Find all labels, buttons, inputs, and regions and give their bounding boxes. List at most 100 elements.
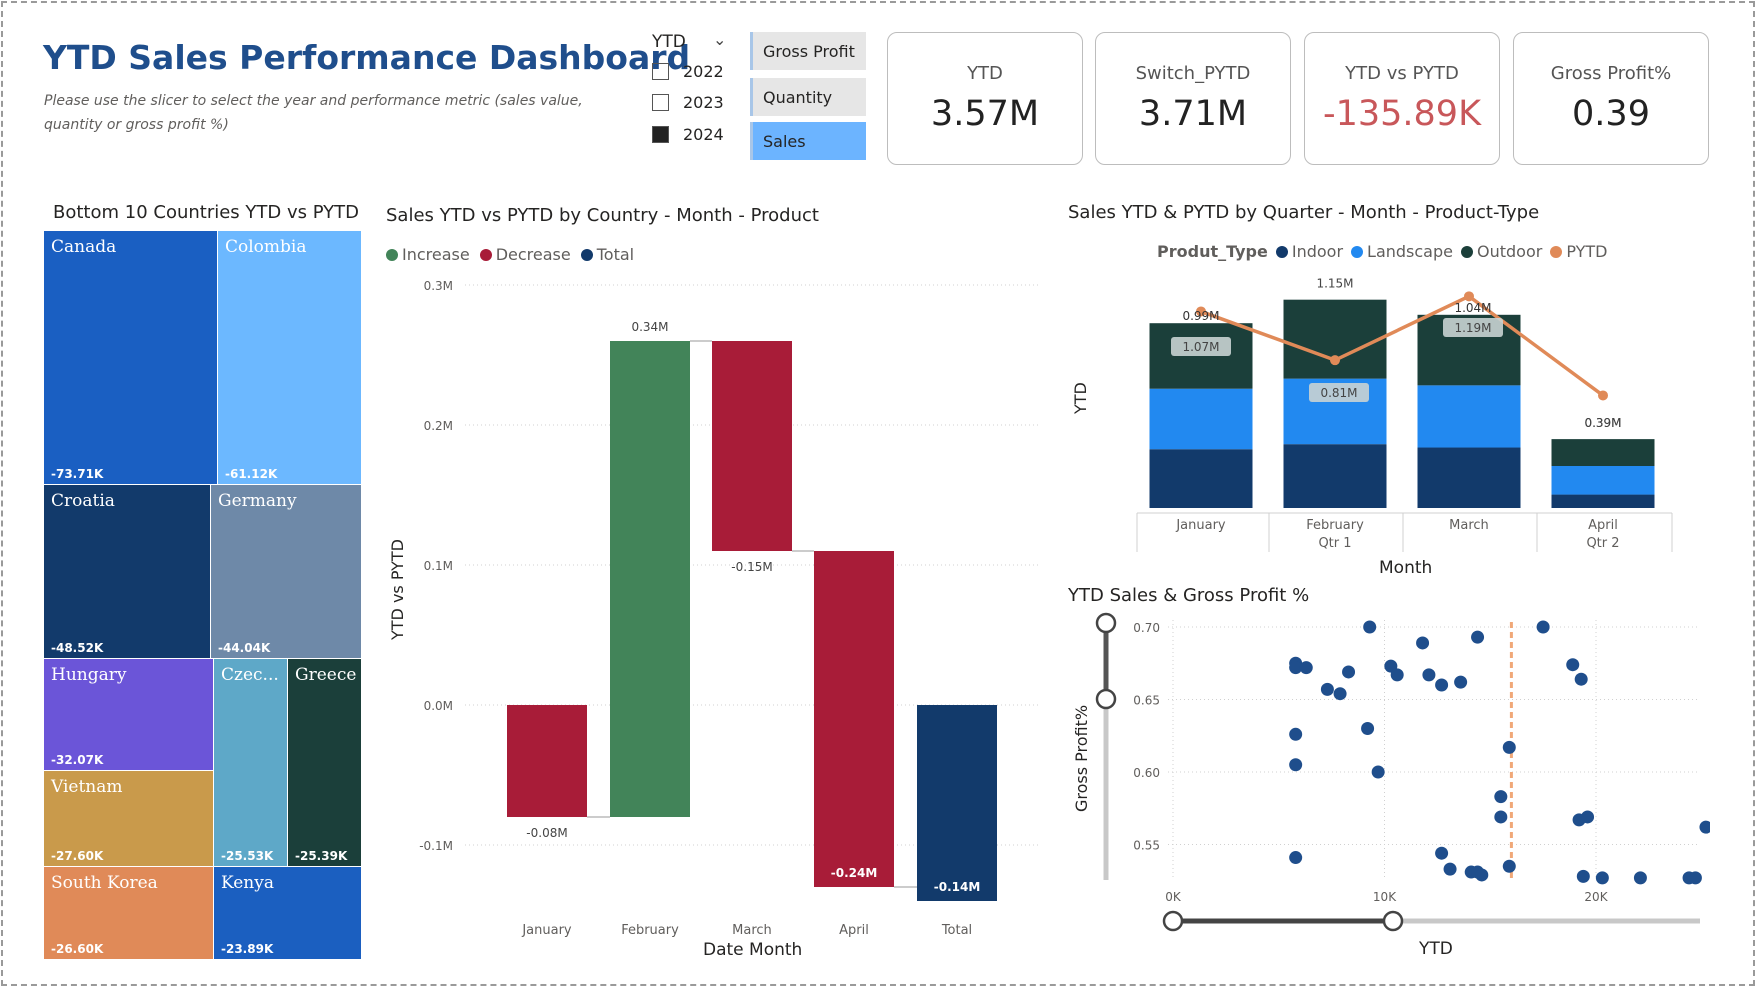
scatter-point [1536, 620, 1550, 634]
stacked-y-axis-title: YTD [1071, 382, 1090, 414]
stacked-bar-segment [1551, 439, 1655, 466]
tile-name: Czec... [221, 665, 279, 685]
scatter-point [1576, 869, 1590, 883]
kpi-value: 0.39 [1572, 94, 1650, 134]
waterfall-chart: 0.3M 0.2M 0.1M 0.0M -0.1M -0.08M January 0.34M F… [419, 279, 1040, 938]
annotation-label: 0.99M [1182, 309, 1219, 323]
kpi-value: 3.71M [1138, 94, 1248, 134]
year-option-2024[interactable]: 2024 [652, 125, 724, 144]
checkbox[interactable] [652, 94, 669, 111]
scatter-point [1289, 851, 1303, 865]
treemap-tile[interactable]: Vietnam -27.60K [44, 771, 213, 866]
kpi-card-ytd: YTD 3.57M [887, 32, 1083, 165]
scatter-point [1502, 859, 1516, 873]
kpi-label: Switch_PYTD [1135, 63, 1251, 84]
x-tick-label: 20K [1584, 890, 1608, 904]
year-option-2023[interactable]: 2023 [652, 93, 724, 112]
tile-value: -32.07K [51, 753, 104, 767]
pytd-point [1464, 291, 1474, 302]
scatter-point [1443, 862, 1457, 876]
kpi-card-gross-profit: Gross Profit% 0.39 [1513, 32, 1709, 165]
year-option-2022[interactable]: 2022 [652, 62, 724, 81]
treemap-tile[interactable]: Hungary -32.07K [44, 659, 213, 770]
x-tick-sublabel: Qtr 2 [1586, 536, 1619, 551]
tile-name: Croatia [51, 491, 115, 511]
data-label: 1.15M [1316, 277, 1353, 291]
treemap-tile[interactable]: Germany -44.04K [211, 485, 361, 658]
y-slider-handle-top[interactable] [1095, 612, 1117, 634]
legend-dot [580, 248, 593, 261]
scatter-point [1333, 687, 1347, 701]
legend-item-total[interactable]: Total [580, 245, 634, 264]
pytd-point [1598, 390, 1608, 401]
legend-dot [479, 248, 492, 261]
legend-label: Increase [402, 245, 470, 264]
legend-item-outdoor[interactable]: Outdoor [1460, 242, 1542, 261]
year-label: 2023 [683, 93, 724, 112]
legend-item-indoor[interactable]: Indoor [1275, 242, 1344, 261]
treemap-tile[interactable]: Croatia -48.52K [44, 485, 210, 658]
checkbox[interactable] [652, 63, 669, 80]
tile-name: Colombia [225, 237, 307, 257]
treemap-tile[interactable]: Greece -25.39K [288, 659, 361, 866]
chevron-down-icon[interactable]: ⌄ [713, 30, 726, 49]
legend-dot [1351, 245, 1364, 258]
tile-name: Kenya [221, 873, 274, 893]
scatter-point [1595, 871, 1609, 885]
waterfall-bar [917, 705, 997, 901]
scatter-point [1566, 658, 1580, 672]
checkbox-checked[interactable] [652, 126, 669, 143]
tile-value: -44.04K [218, 641, 271, 655]
page-subtitle: Please use the slicer to select the year… [44, 93, 583, 133]
scatter-point [1494, 790, 1508, 804]
x-tick-label: Total [941, 923, 972, 938]
treemap-tile[interactable]: Canada -73.71K [44, 231, 217, 484]
scatter-y-axis-title: Gross Profit% [1072, 704, 1091, 812]
data-label: -0.14M [934, 880, 981, 894]
y-slider-handle-bottom[interactable] [1095, 688, 1117, 710]
scatter-point [1371, 765, 1385, 779]
year-slicer-label: YTD [652, 32, 686, 52]
metric-button-gross-profit[interactable]: Gross Profit [750, 32, 866, 70]
legend-item-increase[interactable]: Increase [386, 245, 470, 264]
kpi-card-switch-pytd: Switch_PYTD 3.71M [1095, 32, 1291, 165]
data-label: -0.08M [526, 826, 567, 840]
data-label: -0.24M [831, 866, 878, 880]
stacked-bar-segment [1149, 388, 1253, 450]
scatter-point [1454, 675, 1468, 689]
scatter-chart: 0.70 0.65 0.60 0.55 0K 10K 20K [1095, 612, 1710, 932]
y-tick-label: 0.1M [424, 559, 453, 573]
scatter-point [1289, 727, 1303, 741]
stacked-bar-segment [1417, 385, 1521, 448]
x-slider-handle-right[interactable] [1382, 910, 1404, 932]
scatter-point [1699, 820, 1710, 834]
metric-button-sales[interactable]: Sales [750, 122, 866, 160]
legend-item-landscape[interactable]: Landscape [1351, 242, 1453, 261]
data-label: 0.39M [1584, 416, 1621, 430]
pytd-line [1200, 294, 1605, 397]
legend-label: Indoor [1291, 242, 1344, 261]
stacked-bar-segment [1551, 494, 1655, 508]
x-tick-label: April [1588, 518, 1618, 533]
treemap-tile[interactable]: Czec... -25.53K [214, 659, 287, 866]
legend-title: Produt_Type [1157, 242, 1268, 261]
data-label: -0.15M [731, 560, 772, 574]
x-tick-label: 10K [1373, 890, 1397, 904]
tile-value: -25.53K [221, 849, 274, 863]
scatter-point [1502, 740, 1516, 754]
treemap-title: Bottom 10 Countries YTD vs PYTD [53, 202, 360, 223]
treemap-tile[interactable]: Colombia -61.12K [218, 231, 361, 484]
scatter-point [1435, 846, 1449, 860]
treemap-tile[interactable]: Kenya -23.89K [214, 867, 361, 959]
legend-item-pytd[interactable]: PYTD [1550, 242, 1607, 261]
legend-item-decrease[interactable]: Decrease [479, 245, 571, 264]
x-tick-label: January [1175, 518, 1226, 533]
stacked-chart: January February Qtr 1 1.15M March April Qtr 2… [1136, 277, 1673, 552]
metric-button-quantity[interactable]: Quantity [750, 78, 866, 116]
x-slider-handle-left[interactable] [1162, 910, 1184, 932]
stacked-bar-segment [1417, 447, 1521, 508]
pytd-point [1330, 355, 1340, 366]
x-tick-label: 0K [1165, 890, 1182, 904]
treemap-tile[interactable]: South Korea -26.60K [44, 867, 213, 959]
x-tick-label: March [732, 923, 772, 938]
